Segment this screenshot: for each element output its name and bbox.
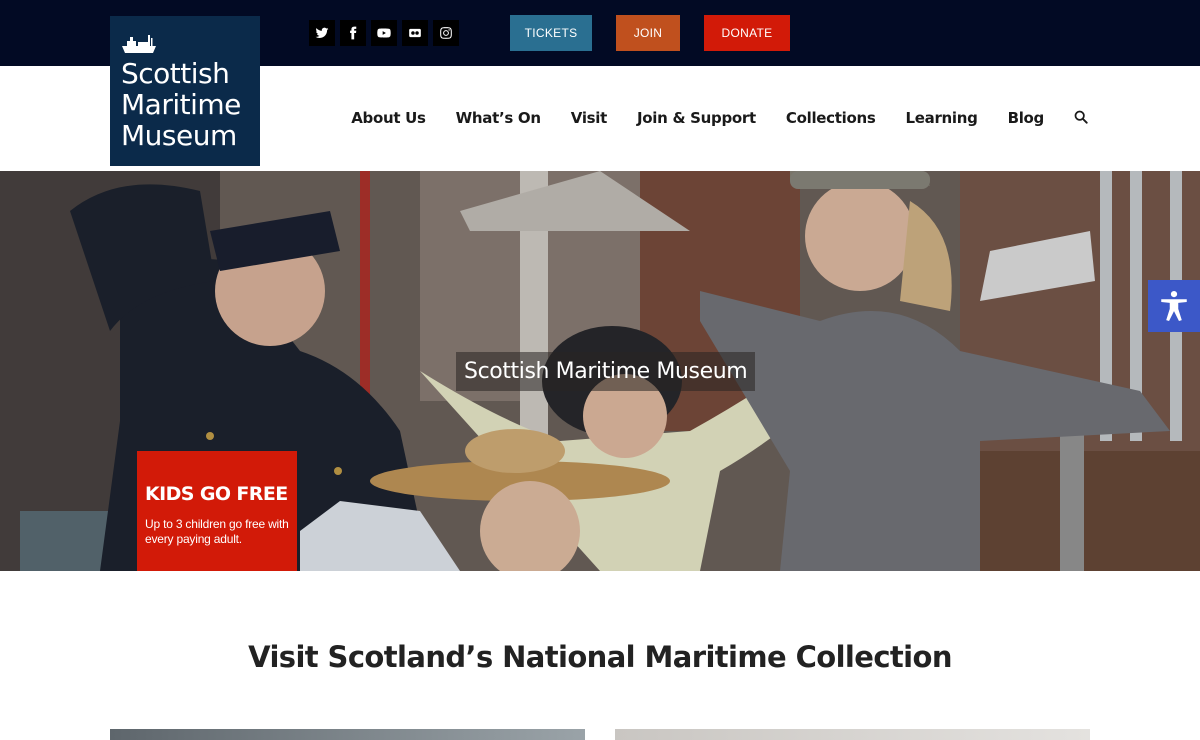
twitter-icon[interactable] (309, 20, 335, 46)
flickr-icon[interactable] (402, 20, 428, 46)
nav-whats-on[interactable]: What’s On (456, 109, 541, 127)
section-title: Visit Scotland’s National Maritime Colle… (248, 640, 952, 674)
nav-visit[interactable]: Visit (571, 109, 608, 127)
social-links (309, 20, 459, 46)
logo-text-line-3: Museum (121, 119, 237, 152)
hero-banner[interactable]: Scottish Maritime Museum KIDS GO FREE Up… (0, 171, 1200, 571)
donate-button[interactable]: DONATE (704, 15, 790, 51)
logo-text-line-2: Maritime (121, 88, 241, 121)
facebook-icon[interactable] (340, 20, 366, 46)
logo-text-line-1: Scottish (121, 57, 230, 90)
nav-blog[interactable]: Blog (1008, 109, 1045, 127)
accessibility-icon (1161, 290, 1187, 322)
site-logo[interactable]: Scottish Maritime Museum (110, 16, 260, 166)
accessibility-button[interactable] (1148, 280, 1200, 332)
nav-collections[interactable]: Collections (786, 109, 876, 127)
kids-go-free-promo[interactable]: KIDS GO FREE Up to 3 children go free wi… (137, 451, 297, 571)
main-nav: About Us What’s On Visit Join & Support … (321, 109, 1090, 127)
hero-title: Scottish Maritime Museum (456, 352, 756, 391)
nav-learning[interactable]: Learning (905, 109, 977, 127)
promo-text: Up to 3 children go free with every payi… (145, 517, 289, 546)
search-icon[interactable] (1074, 110, 1090, 126)
nav-about-us[interactable]: About Us (351, 109, 426, 127)
join-button[interactable]: JOIN (616, 15, 680, 51)
tickets-button[interactable]: TICKETS (510, 15, 592, 51)
collection-card-image[interactable] (110, 729, 585, 740)
youtube-icon[interactable] (371, 20, 397, 46)
nav-join-support[interactable]: Join & Support (637, 109, 756, 127)
instagram-icon[interactable] (433, 20, 459, 46)
collection-card-image[interactable] (615, 729, 1090, 740)
promo-heading: KIDS GO FREE (145, 483, 288, 505)
ship-logo-icon (121, 34, 157, 54)
